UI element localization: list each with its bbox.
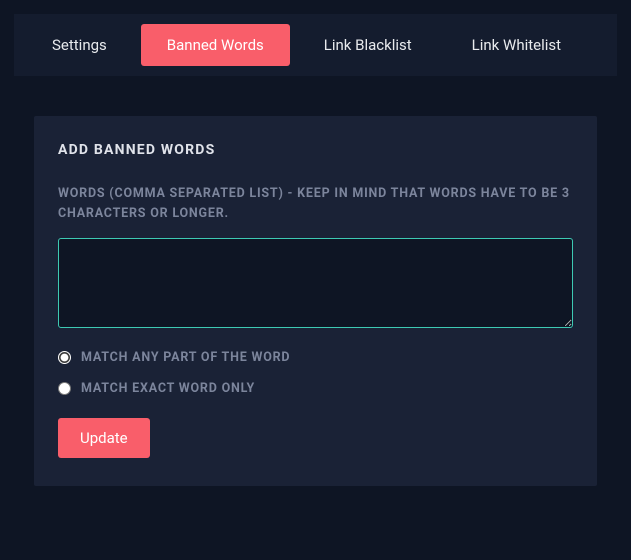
radio-match-any-input[interactable] — [58, 351, 71, 364]
update-button[interactable]: Update — [58, 418, 150, 458]
tab-link-whitelist[interactable]: Link Whitelist — [446, 24, 587, 66]
tab-settings[interactable]: Settings — [26, 24, 133, 66]
radio-match-exact-input[interactable] — [58, 382, 71, 395]
banned-words-input[interactable] — [58, 238, 573, 328]
tab-banned-words[interactable]: Banned Words — [141, 24, 290, 66]
add-banned-words-panel: Add Banned Words Words (comma separated … — [34, 116, 597, 486]
radio-match-exact[interactable]: Match exact word only — [58, 381, 573, 396]
radio-match-exact-label: Match exact word only — [81, 381, 255, 396]
words-field-label: Words (comma separated list) - Keep in m… — [58, 184, 573, 224]
radio-match-any[interactable]: Match any part of the word — [58, 350, 573, 365]
radio-match-any-label: Match any part of the word — [81, 350, 290, 365]
panel-title: Add Banned Words — [58, 142, 573, 158]
tab-link-blacklist[interactable]: Link Blacklist — [298, 24, 438, 66]
tabs-nav: Settings Banned Words Link Blacklist Lin… — [14, 14, 617, 76]
